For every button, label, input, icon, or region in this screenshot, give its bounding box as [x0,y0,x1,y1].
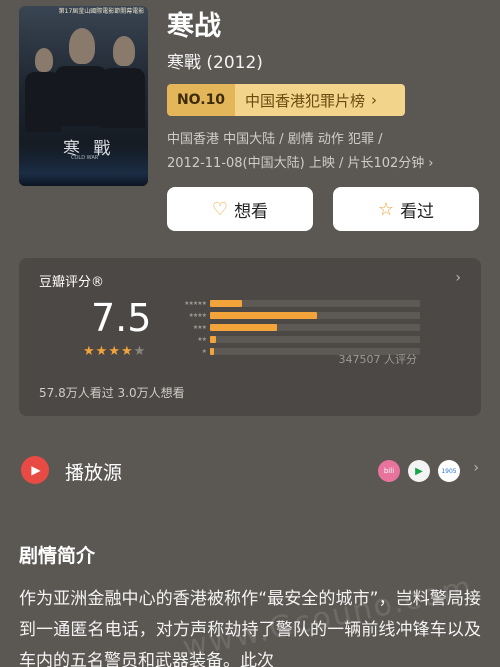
play-icon: ▶ [21,456,49,484]
poster-face [35,48,53,72]
distribution-stars: ★★★★★ [184,299,207,307]
distribution-fill [210,347,215,355]
distribution-fill [210,335,217,343]
distribution-row: ★★ [164,334,420,344]
distribution-row: ★★★ [164,322,420,332]
heart-plus-icon: ♡ [211,198,229,220]
want-label: 想看 [234,201,269,222]
ranking-badge[interactable]: NO.10 中国香港犯罪片榜 › [167,84,405,116]
meta-line-2: 2012-11-08(中国大陆) 上映 / 片长102分钟 [167,156,425,171]
watched-stats: 57.8万人看过 3.0万人想看 [39,386,185,400]
rating-label: 豆瓣评分® [39,275,105,290]
1905-icon[interactable]: 1905 [438,460,460,482]
star-icon: ★ [83,344,96,359]
rating-distribution: ★★★★★ ★★★★ ★★★ ★★ ★ [164,298,420,358]
distribution-stars: ★★★ [192,323,207,331]
meta-line-1: 中国香港 中国大陆 / 剧情 动作 犯罪 / [167,132,383,147]
distribution-fill [210,311,318,319]
distribution-stars: ★ [201,347,207,355]
distribution-track [210,299,420,307]
page-title: 寒战 [167,11,221,42]
distribution-track [210,311,420,319]
seen-label: 看过 [400,201,435,222]
synopsis-title: 剧情简介 [19,545,96,567]
watched-button[interactable]: ☆ 看过 [333,187,479,231]
distribution-stars: ★★★★ [188,311,207,319]
distribution-track [210,323,420,331]
movie-poster[interactable]: 第17屆釜山國際電影節開幕電影 寒 戰 COLD WAR [19,6,148,186]
play-triangle-icon[interactable]: ▶ [408,460,430,482]
star-icon: ★ [133,344,147,359]
star-outline-icon: ☆ [377,198,395,220]
poster-subtitle: COLD WAR [71,155,99,161]
want-to-watch-button[interactable]: ♡ 想看 [167,187,313,231]
play-source-label: 播放源 [65,462,123,484]
distribution-track [210,335,420,343]
distribution-row: ★★★★ [164,310,420,320]
rating-stars: ★★★★★ [83,344,146,359]
star-icon: ★ [108,344,121,359]
chevron-right-icon: › [473,460,479,476]
ranking-number: NO.10 [167,84,235,116]
bilibili-icon[interactable]: bili [378,460,400,482]
ranking-list-name: 中国香港犯罪片榜 [245,91,366,110]
meta-line-2-wrap: 2012-11-08(中国大陆) 上映 / 片长102分钟 › [167,152,434,176]
ranking-list: 中国香港犯罪片榜 › [235,84,405,116]
original-title: 寒戰 (2012) [167,53,263,73]
rating-card[interactable]: 豆瓣评分® › 7.5 ★★★★★ ★★★★★ ★★★★ ★★★ ★★ ★ 347507… [19,258,481,416]
chevron-right-icon: › [428,156,434,171]
poster-figure [101,68,145,128]
poster-figure [55,66,107,126]
poster-face [69,28,95,64]
chevron-right-icon: › [371,91,378,109]
chevron-right-icon: › [455,270,461,286]
vote-count: 347507 人评分 [338,353,418,366]
synopsis-text[interactable]: 作为亚洲金融中心的香港被称作“最安全的城市”，岂料警局接到一通匿名电话，对方声称… [19,584,481,667]
play-source-row[interactable]: ▶ 播放源 bili ▶ 1905 › [19,452,481,492]
movie-meta[interactable]: 中国香港 中国大陆 / 剧情 动作 犯罪 / 2012-11-08(中国大陆) … [167,128,434,176]
star-icon: ★ [120,344,134,359]
rating-score: 7.5 [91,296,152,340]
star-icon: ★ [95,344,109,359]
poster-face [113,36,135,66]
distribution-row: ★★★★★ [164,298,420,308]
distribution-stars: ★★ [197,335,207,343]
distribution-fill [210,323,278,331]
poster-banner: 第17屆釜山國際電影節開幕電影 [58,8,145,15]
distribution-fill [210,299,242,307]
